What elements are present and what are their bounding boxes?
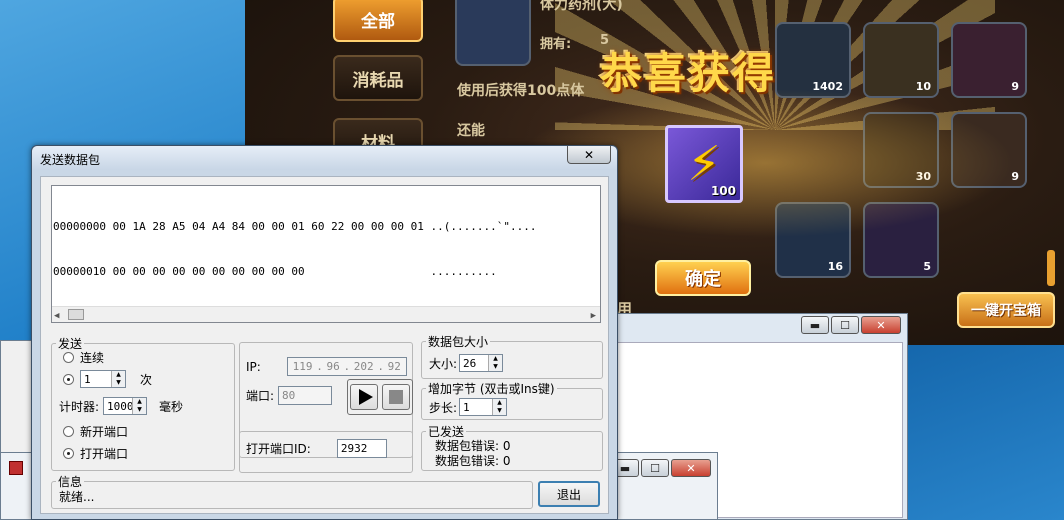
open-port-label: 打开端口 <box>80 447 129 461</box>
size-label: 大小: <box>429 356 458 371</box>
scroll-right-icon[interactable]: ▶ <box>591 309 596 322</box>
item-icon-potion <box>455 0 531 66</box>
scroll-left-icon[interactable]: ◀ <box>54 309 59 322</box>
send-packet-dialog[interactable]: 发送数据包 ✕ 00000000 00 1A 28 A5 04 A4 84 00… <box>31 145 618 520</box>
open-port-id-label: 打开端口ID: <box>246 442 311 456</box>
title-bar[interactable]: 发送数据包 ✕ <box>32 146 617 170</box>
stop-button[interactable] <box>382 384 410 410</box>
stop-icon <box>389 390 403 404</box>
count-unit: 次 <box>140 372 153 387</box>
owned-label: 拥有: <box>540 37 572 52</box>
port-label: 端口: <box>246 389 275 403</box>
timer-label: 计时器: <box>59 399 100 414</box>
open-port-id-field[interactable]: 2932 <box>336 439 387 458</box>
add-bytes-legend: 增加字节 (双击或Ins键) <box>428 382 555 396</box>
maximize-button[interactable]: ☐ <box>641 459 669 477</box>
stepper-arrows[interactable]: ▲ ▼ <box>488 355 503 371</box>
reward-item: ⚡ 100 <box>665 125 743 203</box>
stepper-arrows[interactable]: ▲ ▼ <box>111 371 125 387</box>
hex-line: 00000000 00 1A 28 A5 04 A4 84 00 00 01 6… <box>53 220 537 233</box>
port-id-row: 打开端口ID: 2932 <box>246 439 387 458</box>
size-stepper[interactable]: 26 ▲ ▼ <box>459 354 504 372</box>
size-row: 大小: 26 ▲ ▼ <box>429 354 504 372</box>
item-name: 体力药剂(大) <box>540 0 623 13</box>
open-port-row[interactable]: 打开端口 <box>63 445 128 462</box>
item-desc-2: 还能 <box>457 123 485 139</box>
maximize-button[interactable]: ☐ <box>831 316 859 334</box>
port-field[interactable]: 80 <box>278 386 333 405</box>
count-radio[interactable] <box>63 373 74 385</box>
transport-controls <box>347 379 413 415</box>
inventory-slot[interactable]: 1402 <box>775 22 851 98</box>
hex-line: 00000010 00 00 00 00 00 00 00 00 00 00 .… <box>53 265 497 278</box>
inventory-slot[interactable]: 9 <box>951 22 1027 98</box>
scroll-thumb[interactable] <box>68 309 84 320</box>
inventory-slot[interactable]: 10 <box>863 22 939 98</box>
close-button[interactable]: ✕ <box>861 316 901 334</box>
step-label: 步长: <box>429 400 458 415</box>
info-group: 信息 <box>51 473 533 509</box>
continuous-radio[interactable] <box>63 352 74 363</box>
window-controls-bottom: ▬ ☐ ✕ <box>611 459 711 477</box>
lightning-icon: ⚡ <box>687 136 721 192</box>
count-row: 1 ▲ ▼ 次 <box>63 370 152 388</box>
open-port-radio[interactable] <box>63 448 74 459</box>
window-controls: ▬ ☐ ✕ <box>801 316 901 334</box>
stepper-arrows[interactable]: ▲ ▼ <box>492 399 507 415</box>
close-button[interactable]: ✕ <box>567 146 611 164</box>
timer-stepper[interactable]: 1000 ▲ ▼ <box>103 397 148 415</box>
inventory-scrollbar[interactable] <box>1047 250 1055 286</box>
exit-button[interactable]: 退出 <box>538 481 600 507</box>
hex-view[interactable]: 00000000 00 1A 28 A5 04 A4 84 00 00 01 6… <box>51 185 601 323</box>
new-port-label: 新开端口 <box>80 425 129 439</box>
close-button[interactable]: ✕ <box>671 459 711 477</box>
minimize-button[interactable]: ▬ <box>801 316 829 334</box>
stepper-arrows[interactable]: ▲ ▼ <box>132 398 147 414</box>
new-port-row[interactable]: 新开端口 <box>63 423 128 440</box>
count-stepper[interactable]: 1 ▲ ▼ <box>80 370 126 388</box>
app-icon <box>9 461 23 475</box>
timer-unit: 毫秒 <box>159 399 184 414</box>
continuous-label: 连续 <box>80 351 105 365</box>
open-all-chests-button[interactable]: 一键开宝箱 <box>957 292 1055 328</box>
play-icon <box>358 389 373 405</box>
congrats-title: 恭喜获得 <box>600 49 777 98</box>
packet-error-2: 数据包错误: 0 <box>435 454 511 468</box>
step-stepper[interactable]: 1 ▲ ▼ <box>459 398 508 416</box>
packet-size-legend: 数据包大小 <box>428 335 489 349</box>
port-row: 端口: 80 <box>246 386 333 405</box>
ip-row: IP: 119. 96. 202. 92 <box>246 357 407 376</box>
new-port-radio[interactable] <box>63 426 74 437</box>
step-row: 步长: 1 ▲ ▼ <box>429 398 508 416</box>
ip-address-field[interactable]: 119. 96. 202. 92 <box>286 357 407 376</box>
reward-count: 100 <box>710 184 736 198</box>
horizontal-scrollbar[interactable]: ◀ ▶ <box>52 306 600 322</box>
continuous-radio-row[interactable]: 连续 <box>63 349 104 366</box>
tab-consumables[interactable]: 消耗品 <box>333 55 423 101</box>
dialog-title: 发送数据包 <box>40 153 101 167</box>
info-status: 就绪... <box>59 490 95 504</box>
ip-label: IP: <box>246 359 261 374</box>
tab-all[interactable]: 全部 <box>333 0 423 42</box>
dialog-client: 00000000 00 1A 28 A5 04 A4 84 00 00 01 6… <box>40 176 609 514</box>
play-button[interactable] <box>350 384 378 410</box>
timer-row: 计时器: 1000 ▲ ▼ 毫秒 <box>59 397 183 415</box>
confirm-button[interactable]: 确定 <box>655 260 751 296</box>
